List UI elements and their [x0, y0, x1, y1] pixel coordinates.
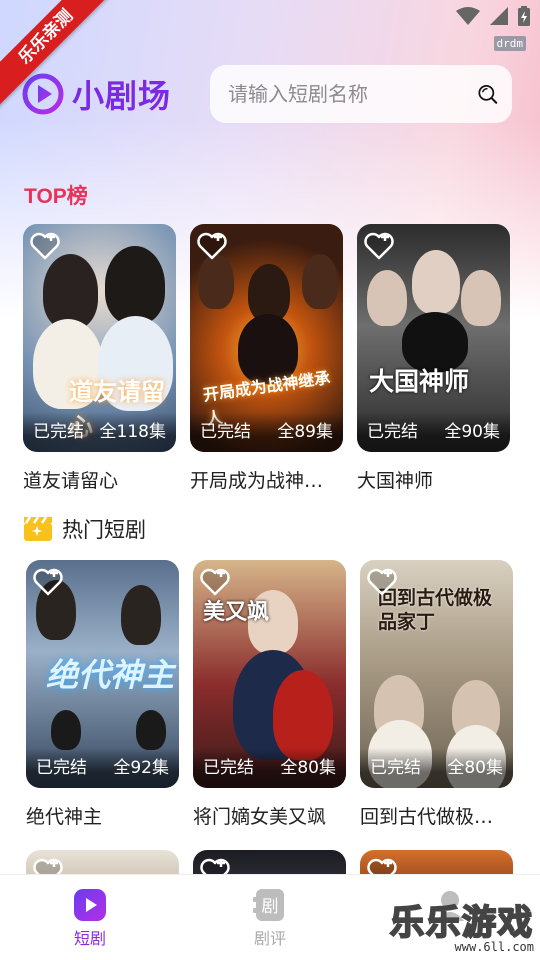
favorite-icon[interactable]	[196, 230, 228, 262]
drama-meta: 已完结 全118集	[23, 412, 176, 452]
play-icon[interactable]	[73, 889, 107, 921]
nav-label: 短剧	[73, 929, 106, 948]
episode-count: 全80集	[280, 758, 336, 778]
drama-card[interactable]: 开局成为战神继承人 已完结 全89集 开局成为战神…	[190, 224, 343, 493]
status-badge: 已完结	[33, 422, 84, 442]
drama-title[interactable]: 大国神师	[357, 466, 510, 493]
nav-item-short-drama[interactable]: 短剧	[0, 875, 180, 960]
drama-poster[interactable]: 大国神师 已完结 全90集	[357, 224, 510, 452]
hot-section-title: 热门短剧	[24, 514, 146, 544]
hot-list: 绝代神主 已完结 全92集 绝代神主 美又飒 已完结 全80集 将门嫡女美又飒	[26, 560, 513, 829]
status-badge: 已完结	[36, 758, 87, 778]
drama-card[interactable]: 绝代神主 已完结 全92集 绝代神主	[26, 560, 179, 829]
favorite-icon[interactable]	[199, 566, 231, 598]
app-logo: 小剧场	[22, 71, 208, 117]
top-section-title: TOP榜	[24, 185, 88, 208]
drama-meta: 已完结 全80集	[193, 748, 346, 788]
drama-poster[interactable]: 道友请留心 已完结 全118集	[23, 224, 176, 452]
drama-title[interactable]: 将门嫡女美又飒	[193, 802, 346, 829]
nav-label: 剧评	[253, 929, 286, 948]
drama-review-icon[interactable]: 剧	[253, 889, 287, 921]
signal-icon	[490, 7, 508, 25]
drama-poster[interactable]: 回到古代做极品家丁 已完结 全80集	[360, 560, 513, 788]
drama-poster[interactable]: 绝代神主 已完结 全92集	[26, 560, 179, 788]
status-bar	[456, 6, 530, 26]
debug-tag: drdm	[493, 36, 526, 51]
status-badge: 已完结	[200, 422, 251, 442]
poster-title: 大国神师	[369, 367, 470, 396]
favorite-icon[interactable]	[29, 230, 61, 262]
wifi-icon	[456, 7, 480, 25]
episode-count: 全90集	[444, 422, 500, 442]
episode-count: 全92集	[113, 758, 169, 778]
drama-card[interactable]: 道友请留心 已完结 全118集 道友请留心	[23, 224, 176, 493]
search-bar[interactable]	[210, 65, 512, 123]
drama-title[interactable]: 回到古代做极…	[360, 802, 513, 829]
svg-text:剧: 剧	[262, 897, 279, 917]
logo-text: 小剧场	[72, 77, 172, 115]
play-logo-icon	[22, 73, 64, 115]
status-badge: 已完结	[203, 758, 254, 778]
drama-meta: 已完结 全92集	[26, 748, 179, 788]
drama-title[interactable]: 绝代神主	[26, 802, 179, 829]
watermark-title: 乐乐游戏	[389, 903, 534, 943]
app-header: 小剧场	[22, 64, 512, 124]
drama-poster[interactable]: 美又飒 已完结 全80集	[193, 560, 346, 788]
status-badge: 已完结	[367, 422, 418, 442]
drama-card[interactable]: 美又飒 已完结 全80集 将门嫡女美又飒	[193, 560, 346, 829]
drama-meta: 已完结 全89集	[190, 412, 343, 452]
search-input[interactable]	[228, 82, 477, 106]
hot-title-label: 热门短剧	[62, 518, 146, 542]
site-watermark: 乐乐游戏 www.6ll.com	[389, 903, 534, 954]
status-badge: 已完结	[370, 758, 421, 778]
drama-card[interactable]: 回到古代做极品家丁 已完结 全80集 回到古代做极…	[360, 560, 513, 829]
drama-title[interactable]: 开局成为战神…	[190, 466, 343, 493]
episode-count: 全89集	[277, 422, 333, 442]
battery-icon	[518, 6, 530, 26]
episode-count: 全118集	[99, 422, 166, 442]
drama-meta: 已完结 全80集	[360, 748, 513, 788]
favorite-icon[interactable]	[32, 566, 64, 598]
favorite-icon[interactable]	[363, 230, 395, 262]
favorite-icon[interactable]	[366, 566, 398, 598]
drama-card[interactable]: 大国神师 已完结 全90集 大国神师	[357, 224, 510, 493]
poster-title: 绝代神主	[46, 656, 175, 694]
top-list: 道友请留心 已完结 全118集 道友请留心 开局成为战神继承人 已完结 全89集…	[23, 224, 510, 493]
drama-title[interactable]: 道友请留心	[23, 466, 176, 493]
search-icon[interactable]	[477, 76, 498, 112]
episode-count: 全80集	[447, 758, 503, 778]
clapperboard-icon	[24, 517, 52, 541]
drama-poster[interactable]: 开局成为战神继承人 已完结 全89集	[190, 224, 343, 452]
poster-title: 美又飒	[203, 600, 270, 625]
nav-item-review[interactable]: 剧 剧评	[180, 875, 360, 960]
drama-meta: 已完结 全90集	[357, 412, 510, 452]
